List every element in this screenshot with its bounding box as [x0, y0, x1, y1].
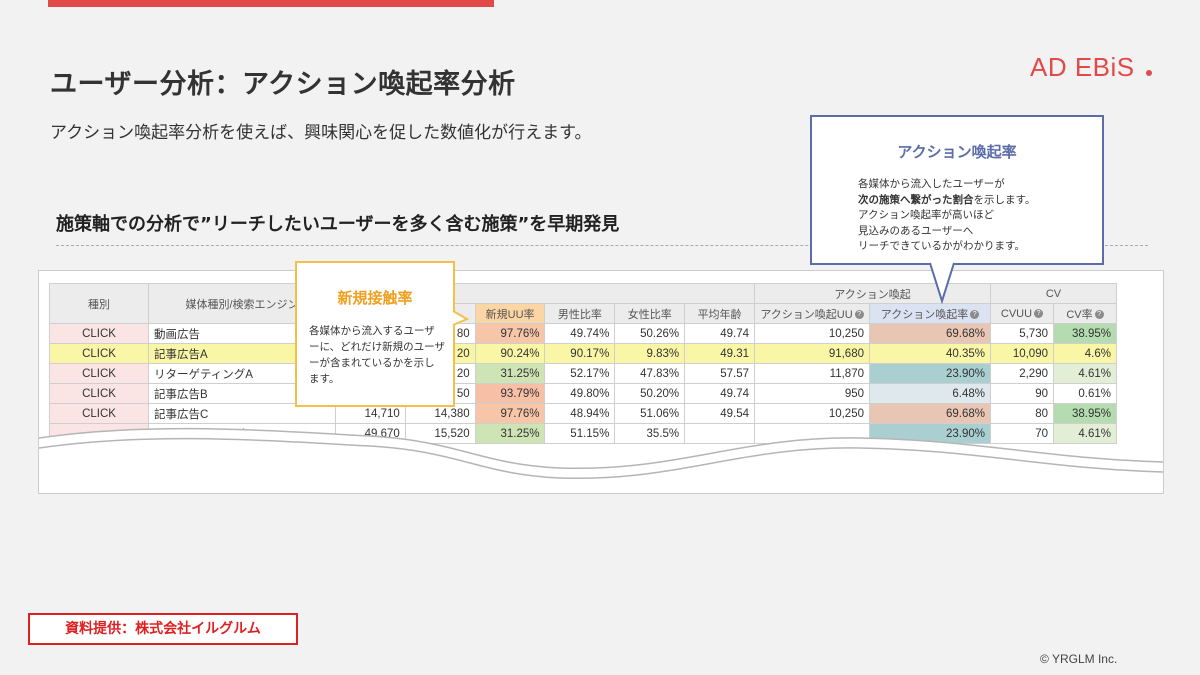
- cell-new-uu: 97.76%: [474, 403, 546, 424]
- cell-cv-rate: 0.61%: [1053, 383, 1117, 404]
- col-cvuu[interactable]: CVUU?: [990, 303, 1054, 324]
- callout-pointer: [929, 262, 955, 305]
- col-type: 種別: [49, 283, 149, 324]
- analysis-table: 種別 媒体種別/検索エンジン アクション喚起 CV ? 新規UU率 男性比率 女…: [49, 283, 1117, 444]
- cell-cvuu: 80: [990, 403, 1054, 424]
- cell-age: 57.57: [684, 363, 755, 384]
- cell-action-rate: 69.68%: [869, 403, 991, 424]
- cell-female: 9.83%: [614, 343, 686, 364]
- cell-age: 49.74: [684, 383, 755, 404]
- section-headline: 施策軸での分析で”リーチしたいユーザーを多く含む施策”を早期発見: [56, 214, 620, 235]
- cell-type: CLICK: [49, 323, 149, 344]
- cell-cv-rate: 38.95%: [1053, 323, 1117, 344]
- help-icon[interactable]: ?: [970, 310, 980, 320]
- cell-action-uu: 91,680: [754, 343, 870, 364]
- source-credit-box: 資料提供：株式会社イルグルム: [28, 613, 298, 645]
- col-action-rate[interactable]: アクション喚起率?: [869, 303, 991, 324]
- cell-male: 52.17%: [544, 363, 616, 384]
- col-avg-age[interactable]: 平均年齢: [684, 303, 755, 324]
- callout-body: 各媒体から流入したユーザーが 次の施策へ繋がった割合を示します。 アクション喚起…: [858, 177, 1088, 255]
- cell-male: 90.17%: [544, 343, 616, 364]
- cell-male: 48.94%: [544, 403, 616, 424]
- cell-action-rate: 69.68%: [869, 323, 991, 344]
- table-row: CLICK 記事広告A 20 90.24% 90.17% 9.83% 49.31…: [49, 343, 1117, 364]
- cell-new-uu: 31.25%: [474, 363, 546, 384]
- cell-age: 49.31: [684, 343, 755, 364]
- new-contact-callout: 新規接触率 各媒体から流入するユーザーに、どれだけ新規のユーザーが含まれているか…: [295, 261, 470, 407]
- col-male-ratio[interactable]: 男性比率: [544, 303, 616, 324]
- cell-new-uu: 97.76%: [474, 323, 546, 344]
- table-row: CLICK 記事広告B 50 93.79% 49.80% 50.20% 49.7…: [49, 383, 1117, 404]
- cell-age: 49.54: [684, 403, 755, 424]
- torn-edge-wave: [39, 427, 1163, 493]
- table-row: CLICK 動画広告 80 97.76% 49.74% 50.26% 49.74…: [49, 323, 1117, 344]
- action-rate-callout: アクション喚起率 各媒体から流入したユーザーが 次の施策へ繋がった割合を示します…: [810, 115, 1104, 305]
- cell-action-uu: 11,870: [754, 363, 870, 384]
- cell-action-rate: 6.48%: [869, 383, 991, 404]
- cell-cv-rate: 38.95%: [1053, 403, 1117, 424]
- table-row: CLICK リターゲティングA 20 31.25% 52.17% 47.83% …: [49, 363, 1117, 384]
- help-icon[interactable]: ?: [1034, 309, 1044, 319]
- col-female-ratio[interactable]: 女性比率: [614, 303, 686, 324]
- callout-line: リーチできているかがわかります。: [858, 240, 1025, 252]
- callout-pointer: [452, 310, 470, 326]
- callout-line-rest: を示します。: [973, 193, 1036, 206]
- callout-emphasis: 次の施策へ繋がった割合: [858, 193, 974, 206]
- callout-title: アクション喚起率: [897, 143, 1017, 161]
- cell-action-rate: 23.90%: [869, 363, 991, 384]
- callout-line: 見込みのあるユーザーへ: [858, 224, 974, 237]
- cell-new-uu: 90.24%: [474, 343, 546, 364]
- callout-line: 次の施策へ繋がった割合を示します。: [858, 193, 1088, 209]
- cell-cv-rate: 4.6%: [1053, 343, 1117, 364]
- copyright: © YRGLM Inc.: [1040, 652, 1118, 666]
- cell-action-rate: 40.35%: [869, 343, 991, 364]
- cell-type: CLICK: [49, 363, 149, 384]
- callout-body: 各媒体から流入するユーザーに、どれだけ新規のユーザーが含まれているかを示します。: [309, 325, 445, 385]
- callout-line: アクション喚起率が高いほど: [858, 209, 994, 221]
- page-subtitle: アクション喚起率分析を使えば、興味関心を促した数値化が行えます。: [50, 123, 592, 143]
- cell-type: CLICK: [49, 343, 149, 364]
- cell-type: CLICK: [49, 383, 149, 404]
- group-cv: CV: [990, 283, 1117, 304]
- cell-cv-rate: 4.61%: [1053, 363, 1117, 384]
- cell-female: 50.20%: [614, 383, 686, 404]
- cell-new-uu: 93.79%: [474, 383, 546, 404]
- cell-age: 49.74: [684, 323, 755, 344]
- cell-action-uu: 10,250: [754, 323, 870, 344]
- col-cv-rate[interactable]: CV率?: [1053, 303, 1117, 324]
- cell-cvuu: 2,290: [990, 363, 1054, 384]
- cell-female: 50.26%: [614, 323, 686, 344]
- adebis-logo: AD EBiS: [1030, 52, 1135, 82]
- cell-cvuu: 90: [990, 383, 1054, 404]
- cell-female: 47.83%: [614, 363, 686, 384]
- cell-type: CLICK: [49, 403, 149, 424]
- col-action-uu[interactable]: アクション喚起UU?: [754, 303, 870, 324]
- cell-male: 49.80%: [544, 383, 616, 404]
- callout-title: 新規接触率: [337, 289, 413, 307]
- cell-male: 49.74%: [544, 323, 616, 344]
- cell-cvuu: 10,090: [990, 343, 1054, 364]
- callout-line: 各媒体から流入したユーザーが: [858, 178, 1005, 190]
- page-title: ユーザー分析：アクション喚起率分析: [50, 69, 516, 100]
- help-icon[interactable]: ?: [1094, 310, 1104, 320]
- table-row: CLICK 記事広告C 14,710 14,380 97.76% 48.94% …: [49, 403, 1117, 424]
- table-screenshot-card: 種別 媒体種別/検索エンジン アクション喚起 CV ? 新規UU率 男性比率 女…: [38, 270, 1164, 494]
- cell-cvuu: 5,730: [990, 323, 1054, 344]
- help-icon[interactable]: ?: [854, 310, 864, 320]
- cell-action-uu: 950: [754, 383, 870, 404]
- logo-registered-dot: [1146, 70, 1152, 76]
- top-accent-bar: [48, 0, 494, 7]
- cell-action-uu: 10,250: [754, 403, 870, 424]
- col-new-uu-rate[interactable]: 新規UU率: [474, 303, 546, 324]
- cell-female: 51.06%: [614, 403, 686, 424]
